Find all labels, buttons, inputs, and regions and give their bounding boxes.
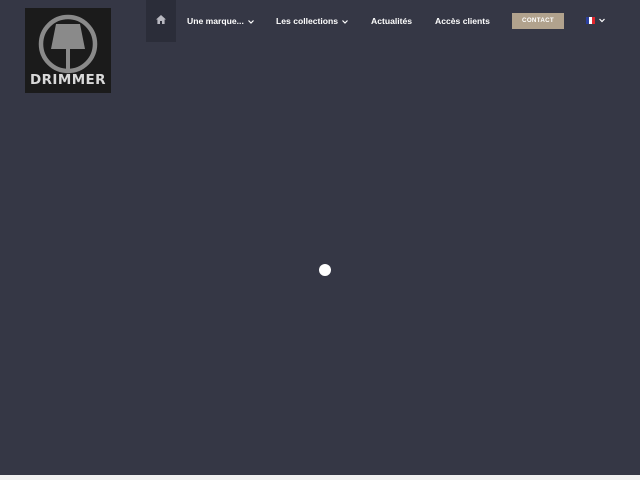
home-icon — [156, 15, 166, 24]
chevron-down-icon — [599, 18, 605, 23]
nav-item-actualites[interactable]: Actualités — [371, 14, 412, 28]
chevron-down-icon — [342, 19, 349, 24]
nav-item-label: Les collections — [276, 16, 339, 26]
nav-item-une-marque[interactable]: Une marque... — [187, 14, 254, 28]
logo-text: DRIMMER — [30, 72, 106, 88]
loading-indicator — [319, 264, 331, 276]
contact-button[interactable]: CONTACT — [512, 13, 564, 29]
nav-item-label: Actualités — [371, 16, 413, 26]
nav-item-acces-clients[interactable]: Accès clients — [435, 14, 490, 28]
language-selector[interactable] — [586, 16, 608, 26]
nav-item-label: Une marque... — [187, 16, 244, 26]
chevron-down-icon — [247, 19, 254, 24]
page-background: DRIMMER Une marque... Les collections Ac… — [0, 0, 640, 475]
main-navigation: Une marque... Les collections Actualités… — [0, 0, 640, 42]
nav-home[interactable] — [146, 0, 176, 42]
nav-item-label: Accès clients — [435, 16, 490, 26]
french-flag-icon — [586, 17, 595, 24]
page-bottom-strip — [0, 475, 640, 480]
nav-item-les-collections[interactable]: Les collections — [276, 14, 349, 28]
